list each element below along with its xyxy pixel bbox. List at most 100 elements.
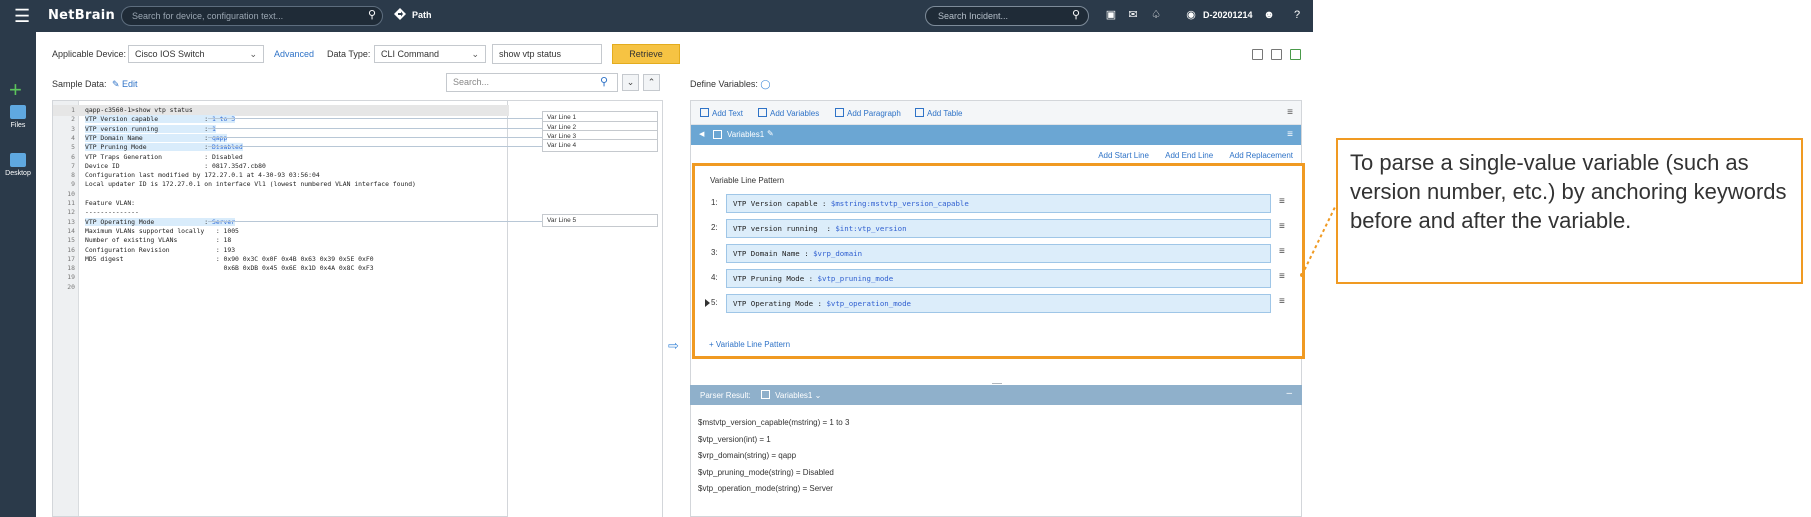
path-icon[interactable] xyxy=(394,8,406,20)
row-menu-icon[interactable]: ≡ xyxy=(1279,296,1285,307)
save-icon[interactable] xyxy=(1252,49,1263,60)
var-line-box[interactable]: Var Line 4 xyxy=(542,139,658,153)
variables-icon xyxy=(758,108,767,117)
pattern-input[interactable]: VTP Version capable : $mstring:mstvtp_ve… xyxy=(726,194,1271,213)
variable-group-name: Variables1 xyxy=(727,130,765,139)
var-line-box[interactable]: Var Line 5 xyxy=(542,213,658,227)
pattern-text: VTP Pruning Mode : xyxy=(733,274,818,283)
parser-result-label: Parser Result: xyxy=(700,391,751,400)
add-paragraph-label: Add Paragraph xyxy=(847,109,901,118)
add-table-label: Add Table xyxy=(927,109,963,118)
pencil-icon: ✎ xyxy=(112,79,123,89)
add-variables-label: Add Variables xyxy=(770,109,820,118)
code-text: 0x6B 0xDB 0x45 0x6E 0x1D 0x4A 0x8C 0xF3 xyxy=(85,264,374,273)
var-line-connector xyxy=(208,118,542,120)
pattern-input[interactable]: VTP Domain Name : $vrp_domain xyxy=(726,244,1271,263)
search-icon[interactable]: ⚲ xyxy=(368,8,376,21)
code-text: Configuration Revision : 193 xyxy=(85,245,236,254)
pattern-row: 1: VTP Version capable : $mstring:mstvtp_… xyxy=(711,194,1286,214)
parser-result-bar: Parser Result: Variables1 ⌄ – xyxy=(690,385,1302,405)
rail-item-files[interactable]: Files xyxy=(0,105,36,129)
line-actions: Add Start Line Add End Line Add Replacem… xyxy=(1084,151,1293,160)
code-text: VTP Domain Name : xyxy=(85,133,212,142)
search-icon[interactable]: ⚲ xyxy=(600,75,608,88)
code-text: Configuration last modified by 172.27.0.… xyxy=(85,171,320,180)
pattern-input[interactable]: VTP Pruning Mode : $vtp_pruning_mode xyxy=(726,269,1271,288)
rail-item-label: Files xyxy=(10,122,26,129)
parser-variable-select[interactable]: Variables1 xyxy=(775,391,812,400)
code-text: VTP Version capable : xyxy=(85,115,212,124)
var-line-column: Var Line 1 Var Line 2 Var Line 3 Var Line 4… xyxy=(208,100,663,517)
code-text: VTP Pruning Mode : xyxy=(85,143,212,152)
pattern-number: 3: xyxy=(711,248,718,257)
variable-group-header[interactable]: ◀ Variables1 ✎ ≡ xyxy=(691,125,1301,145)
group-menu-icon[interactable]: ≡ xyxy=(1287,129,1293,140)
global-search-input[interactable]: Search for device, configuration text... xyxy=(121,6,383,26)
row-menu-icon[interactable]: ≡ xyxy=(1279,196,1285,207)
code-text: Feature VLAN: xyxy=(85,199,136,207)
bell-icon[interactable]: ♤ xyxy=(1149,8,1163,22)
add-paragraph-button[interactable]: Add Paragraph xyxy=(835,108,901,118)
code-text: MD5 digest : 0x90 0x3C 0x0F 0x4B 0x63 0x… xyxy=(85,254,374,263)
hamburger-menu-icon[interactable]: ☰ xyxy=(14,7,30,25)
add-variables-button[interactable]: Add Variables xyxy=(758,108,819,118)
globe-icon[interactable]: ◉ xyxy=(1184,8,1198,22)
sample-search-input[interactable]: Search... xyxy=(446,73,618,92)
rail-item-label: Desktop xyxy=(5,170,31,177)
add-end-line-link[interactable]: Add End Line xyxy=(1165,151,1213,160)
help-icon[interactable]: ? xyxy=(1290,8,1304,22)
edit-link[interactable]: ✎ Edit xyxy=(112,79,138,90)
add-text-button[interactable]: Add Text xyxy=(700,108,743,118)
retrieve-button[interactable]: Retrieve xyxy=(612,44,680,64)
row-menu-icon[interactable]: ≡ xyxy=(1279,221,1285,232)
domain-label[interactable]: D-20201214 xyxy=(1203,10,1253,20)
callout-connector xyxy=(1300,204,1337,277)
data-type-select[interactable]: CLI Command ⌄ xyxy=(374,45,486,63)
collapse-icon[interactable]: – xyxy=(1286,388,1292,399)
add-start-line-link[interactable]: Add Start Line xyxy=(1098,151,1149,160)
sample-data-editor[interactable]: 1 qapp-c3560-1>show vtp status 2 VTP Versio… xyxy=(52,100,509,517)
collapse-caret-icon[interactable]: ◀ xyxy=(699,130,704,138)
toolbar-menu-icon[interactable]: ≡ xyxy=(1287,107,1293,118)
save-as-icon[interactable] xyxy=(1271,49,1282,60)
code-value: 1 xyxy=(211,124,216,133)
code-text: VTP version running : xyxy=(85,124,212,133)
pattern-input[interactable]: VTP version running : $int:vtp_version xyxy=(726,219,1271,238)
pattern-text: VTP Operating Mode : xyxy=(733,299,827,308)
lightbulb-icon[interactable]: ◯ xyxy=(760,79,770,89)
variable-group-icon xyxy=(713,130,722,139)
applicable-device-select[interactable]: Cisco IOS Switch ⌄ xyxy=(128,45,264,63)
user-icon[interactable]: ☻ xyxy=(1262,8,1276,22)
code-value: qapp xyxy=(211,133,228,142)
export-icon[interactable] xyxy=(1290,49,1301,60)
device-icon[interactable]: ▣ xyxy=(1104,8,1118,22)
pattern-input[interactable]: VTP Operating Mode : $vtp_operation_mode xyxy=(726,294,1271,313)
add-icon[interactable]: + xyxy=(9,79,22,101)
rail-item-desktop[interactable]: Desktop xyxy=(0,153,36,177)
parser-result-line: $mstvtp_version_capable(mstring) = 1 to … xyxy=(698,418,850,427)
incident-search-icon[interactable]: ⚲ xyxy=(1072,8,1080,21)
chat-icon[interactable]: ✉ xyxy=(1126,8,1140,22)
prev-match-button[interactable]: ⌄ xyxy=(622,74,639,91)
app-logo: NetBrain xyxy=(48,8,116,23)
add-table-button[interactable]: Add Table xyxy=(915,108,962,118)
define-variables-text: Define Variables: xyxy=(690,79,758,89)
applicable-device-value: Cisco IOS Switch xyxy=(135,49,205,59)
next-match-button[interactable]: ⌃ xyxy=(643,74,660,91)
code-text: Maximum VLANs supported locally : 1005 xyxy=(85,226,239,235)
pattern-title: Variable Line Pattern xyxy=(710,176,785,185)
add-variable-line-pattern-link[interactable]: + Variable Line Pattern xyxy=(709,340,790,349)
add-replacement-link[interactable]: Add Replacement xyxy=(1229,151,1293,160)
chevron-down-icon[interactable]: ⌄ xyxy=(815,391,822,400)
advanced-link[interactable]: Advanced xyxy=(274,49,314,59)
row-menu-icon[interactable]: ≡ xyxy=(1279,271,1285,282)
path-button[interactable]: Path xyxy=(412,10,432,20)
edit-pencil-icon[interactable]: ✎ xyxy=(767,129,774,138)
pattern-row: 5: VTP Operating Mode : $vtp_operation_mo… xyxy=(705,294,1286,314)
pattern-row: 2: VTP version running : $int:vtp_version… xyxy=(711,219,1286,239)
code-text: qapp-c3560-1>show vtp status xyxy=(85,106,193,114)
incident-search-input[interactable]: Search Incident... xyxy=(925,6,1089,26)
row-menu-icon[interactable]: ≡ xyxy=(1279,246,1285,257)
add-text-label: Add Text xyxy=(712,109,743,118)
command-input[interactable]: show vtp status xyxy=(492,44,602,64)
